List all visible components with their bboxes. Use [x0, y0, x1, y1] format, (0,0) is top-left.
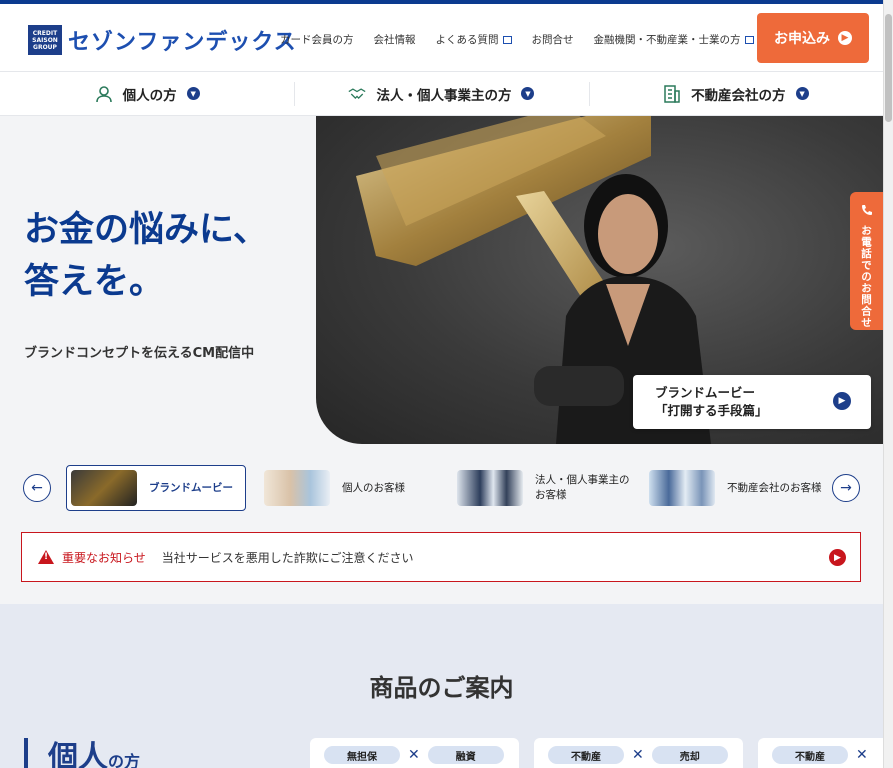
warning-icon: !	[38, 550, 54, 564]
times-icon: ✕	[408, 747, 420, 763]
times-icon: ✕	[632, 747, 644, 763]
nav-financial-institutions[interactable]: 金融機関・不動産業・士業の方	[594, 32, 754, 47]
handshake-icon	[348, 85, 367, 103]
carousel-item-real-estate[interactable]: 不動産会社のお客様	[649, 465, 822, 511]
hero-section: お金の悩みに、 答えを。 ブランドコンセプトを伝えるCM配信中 ブランドムービー…	[0, 116, 883, 604]
notice-message: 当社サービスを悪用した詐欺にご注意ください	[161, 550, 414, 565]
nav-faq[interactable]: よくある質問	[436, 32, 512, 47]
category-corporate[interactable]: 法人・個人事業主の方 ▼	[294, 72, 588, 115]
site-header: CREDIT SAISON GROUP セゾンファンデックス カード会員の方 会…	[0, 4, 883, 72]
notice-label: 重要なお知らせ	[62, 550, 146, 565]
carousel-item-corporate[interactable]: 法人・個人事業主の お客様	[457, 465, 630, 511]
chevron-right-icon: ▶	[829, 549, 846, 566]
scrollbar-thumb[interactable]	[885, 14, 892, 122]
thumbnail-image	[649, 470, 715, 506]
apply-button[interactable]: お申込み ▶	[757, 13, 869, 63]
page-scrollbar[interactable]	[883, 0, 893, 768]
brand-movie-card[interactable]: ブランドムービー 「打開する手段篇」 ▶	[633, 375, 871, 429]
product-tag: 売却	[651, 746, 728, 764]
thumbnail-image	[264, 470, 330, 506]
important-notice[interactable]: ! 重要なお知らせ 当社サービスを悪用した詐欺にご注意ください ▶	[21, 532, 861, 582]
carousel-item-individual[interactable]: 個人のお客様	[264, 465, 405, 511]
chevron-down-icon: ▼	[186, 87, 200, 100]
products-section: 商品のご案内 個人の方 無担保 ✕ 融資 不動産 ✕ 売却 不動産 ✕	[0, 604, 883, 768]
product-card-real-estate[interactable]: 不動産 ✕	[758, 738, 883, 768]
product-card-unsecured-loan[interactable]: 無担保 ✕ 融資	[310, 738, 519, 768]
personal-section-label: 個人の方	[24, 738, 140, 768]
site-logo[interactable]: CREDIT SAISON GROUP セゾンファンデックス	[28, 24, 297, 56]
credit-saison-logo-mark: CREDIT SAISON GROUP	[28, 25, 62, 55]
chevron-right-icon: ▶	[833, 392, 851, 410]
product-tag: 不動産	[772, 746, 848, 764]
top-nav: カード会員の方 会社情報 よくある質問 お問合せ 金融機関・不動産業・士業の方	[280, 32, 754, 47]
hero-subtitle: ブランドコンセプトを伝えるCM配信中	[24, 346, 255, 361]
category-nav: 個人の方 ▼ 法人・個人事業主の方 ▼ 不動産会社の方 ▼	[0, 72, 883, 116]
hero-title: お金の悩みに、 答えを。	[24, 210, 268, 302]
product-card-real-estate-sale[interactable]: 不動産 ✕ 売却	[534, 738, 743, 768]
thumbnail-image	[71, 470, 137, 506]
phone-inquiry-tab[interactable]: お電話でのお問合せ	[850, 192, 883, 330]
person-icon	[95, 85, 113, 103]
nav-company-info[interactable]: 会社情報	[374, 32, 416, 47]
external-link-icon	[744, 36, 754, 44]
carousel-next-button[interactable]: →	[832, 474, 860, 502]
product-tag: 融資	[427, 746, 504, 764]
category-real-estate[interactable]: 不動産会社の方 ▼	[588, 72, 883, 115]
phone-icon	[861, 204, 873, 219]
carousel-item-brand-movie[interactable]: ブランドムービー	[66, 465, 246, 511]
chevron-right-icon: ▶	[838, 31, 852, 45]
category-individual[interactable]: 個人の方 ▼	[0, 72, 294, 115]
carousel-prev-button[interactable]: ←	[23, 474, 51, 502]
product-tag: 無担保	[324, 746, 400, 764]
nav-card-members[interactable]: カード会員の方	[280, 32, 354, 47]
chevron-down-icon: ▼	[795, 87, 809, 100]
products-title: 商品のご案内	[369, 674, 514, 702]
building-icon	[663, 84, 681, 103]
product-tag: 不動産	[548, 746, 624, 764]
external-link-icon	[502, 36, 512, 44]
nav-contact[interactable]: お問合せ	[532, 32, 574, 47]
chevron-down-icon: ▼	[521, 87, 535, 100]
thumbnail-image	[457, 470, 523, 506]
times-icon: ✕	[856, 747, 868, 763]
brand-name: セゾンファンデックス	[68, 30, 297, 55]
